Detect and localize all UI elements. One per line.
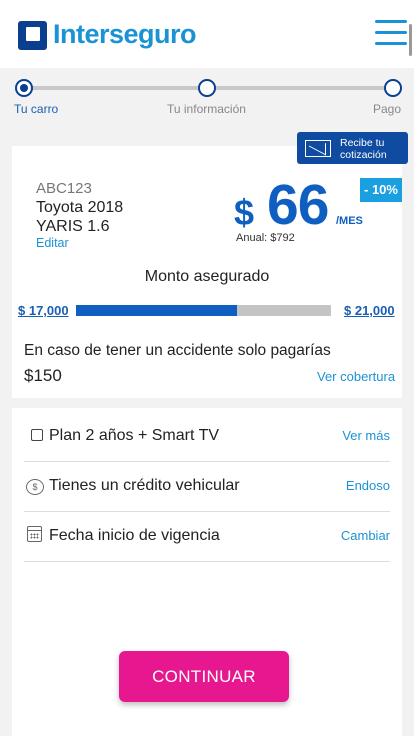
view-more-link[interactable]: Ver más xyxy=(342,428,390,443)
option-row-start-date: Fecha inicio de vigencia Cambiar xyxy=(24,512,390,562)
step-dot-tu-carro xyxy=(15,79,33,97)
app-header: Interseguro xyxy=(0,0,414,68)
insured-amount-slider-fill xyxy=(76,305,237,316)
price-period: /MES xyxy=(336,215,363,227)
price-currency: $ xyxy=(234,192,255,233)
logo-text: Interseguro xyxy=(53,19,197,49)
step-dot-pago xyxy=(384,79,402,97)
envelope-icon xyxy=(305,140,331,157)
insured-amount-title: Monto asegurado xyxy=(144,268,270,285)
annual-price: Anual: $792 xyxy=(236,232,295,244)
step-label-tu-carro: Tu carro xyxy=(14,102,59,116)
continue-button[interactable]: CONTINUAR xyxy=(119,651,289,702)
step-dot-tu-informacion xyxy=(198,79,216,97)
view-coverage-link[interactable]: Ver cobertura xyxy=(317,369,395,384)
option-row-credit: $ Tienes un crédito vehicular Endoso xyxy=(24,462,390,512)
calendar-icon xyxy=(27,526,42,542)
receive-quote-button[interactable]: Recibe tu cotización xyxy=(297,132,408,164)
vehicle-version: YARIS 1.6 xyxy=(36,218,110,235)
deductible-amount: $150 xyxy=(24,366,62,385)
edit-vehicle-link[interactable]: Editar xyxy=(36,236,69,250)
step-label-pago: Pago xyxy=(373,102,402,116)
option-label-start-date: Fecha inicio de vigencia xyxy=(49,527,220,544)
insured-amount-slider[interactable] xyxy=(76,305,331,316)
insured-amount-max[interactable]: $ 21,000 xyxy=(344,303,395,318)
discount-badge: - 10% xyxy=(360,178,402,202)
option-row-plan: Plan 2 años + Smart TV Ver más xyxy=(24,412,390,462)
scrollbar-thumb[interactable] xyxy=(409,24,412,56)
step-label-tu-informacion: Tu información xyxy=(167,102,246,116)
change-date-link[interactable]: Cambiar xyxy=(341,528,390,543)
vehicle-plate: ABC123 xyxy=(36,180,92,197)
vehicle-model-year: Toyota 2018 xyxy=(36,199,124,216)
option-label-plan: Plan 2 años + Smart TV xyxy=(49,427,220,444)
option-label-credit: Tienes un crédito vehicular xyxy=(49,477,240,494)
hamburger-menu-icon[interactable] xyxy=(375,18,407,48)
deductible-text: En caso de tener un accidente solo pagar… xyxy=(24,342,331,359)
logo-icon xyxy=(18,21,47,50)
piggy-bank-icon: $ xyxy=(26,479,44,495)
plan-checkbox[interactable] xyxy=(31,429,43,441)
receive-quote-label: Recibe tu cotización xyxy=(340,137,387,161)
insured-amount-min[interactable]: $ 17,000 xyxy=(18,303,69,318)
endorsement-link[interactable]: Endoso xyxy=(346,478,390,493)
price-amount: 66 xyxy=(267,173,329,237)
